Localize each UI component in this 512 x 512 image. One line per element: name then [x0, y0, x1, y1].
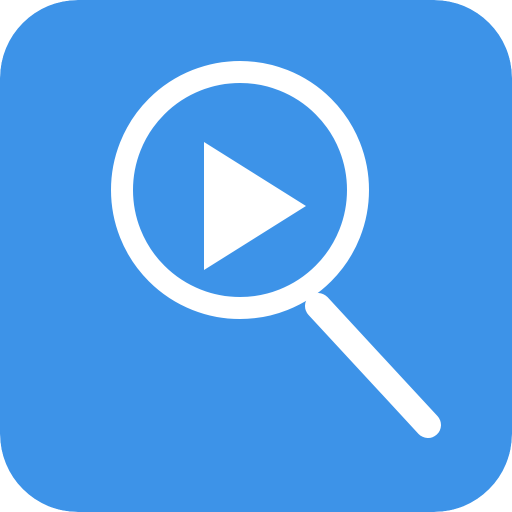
app-icon-graphic: [0, 0, 512, 512]
video-search-app-icon[interactable]: [0, 0, 512, 512]
